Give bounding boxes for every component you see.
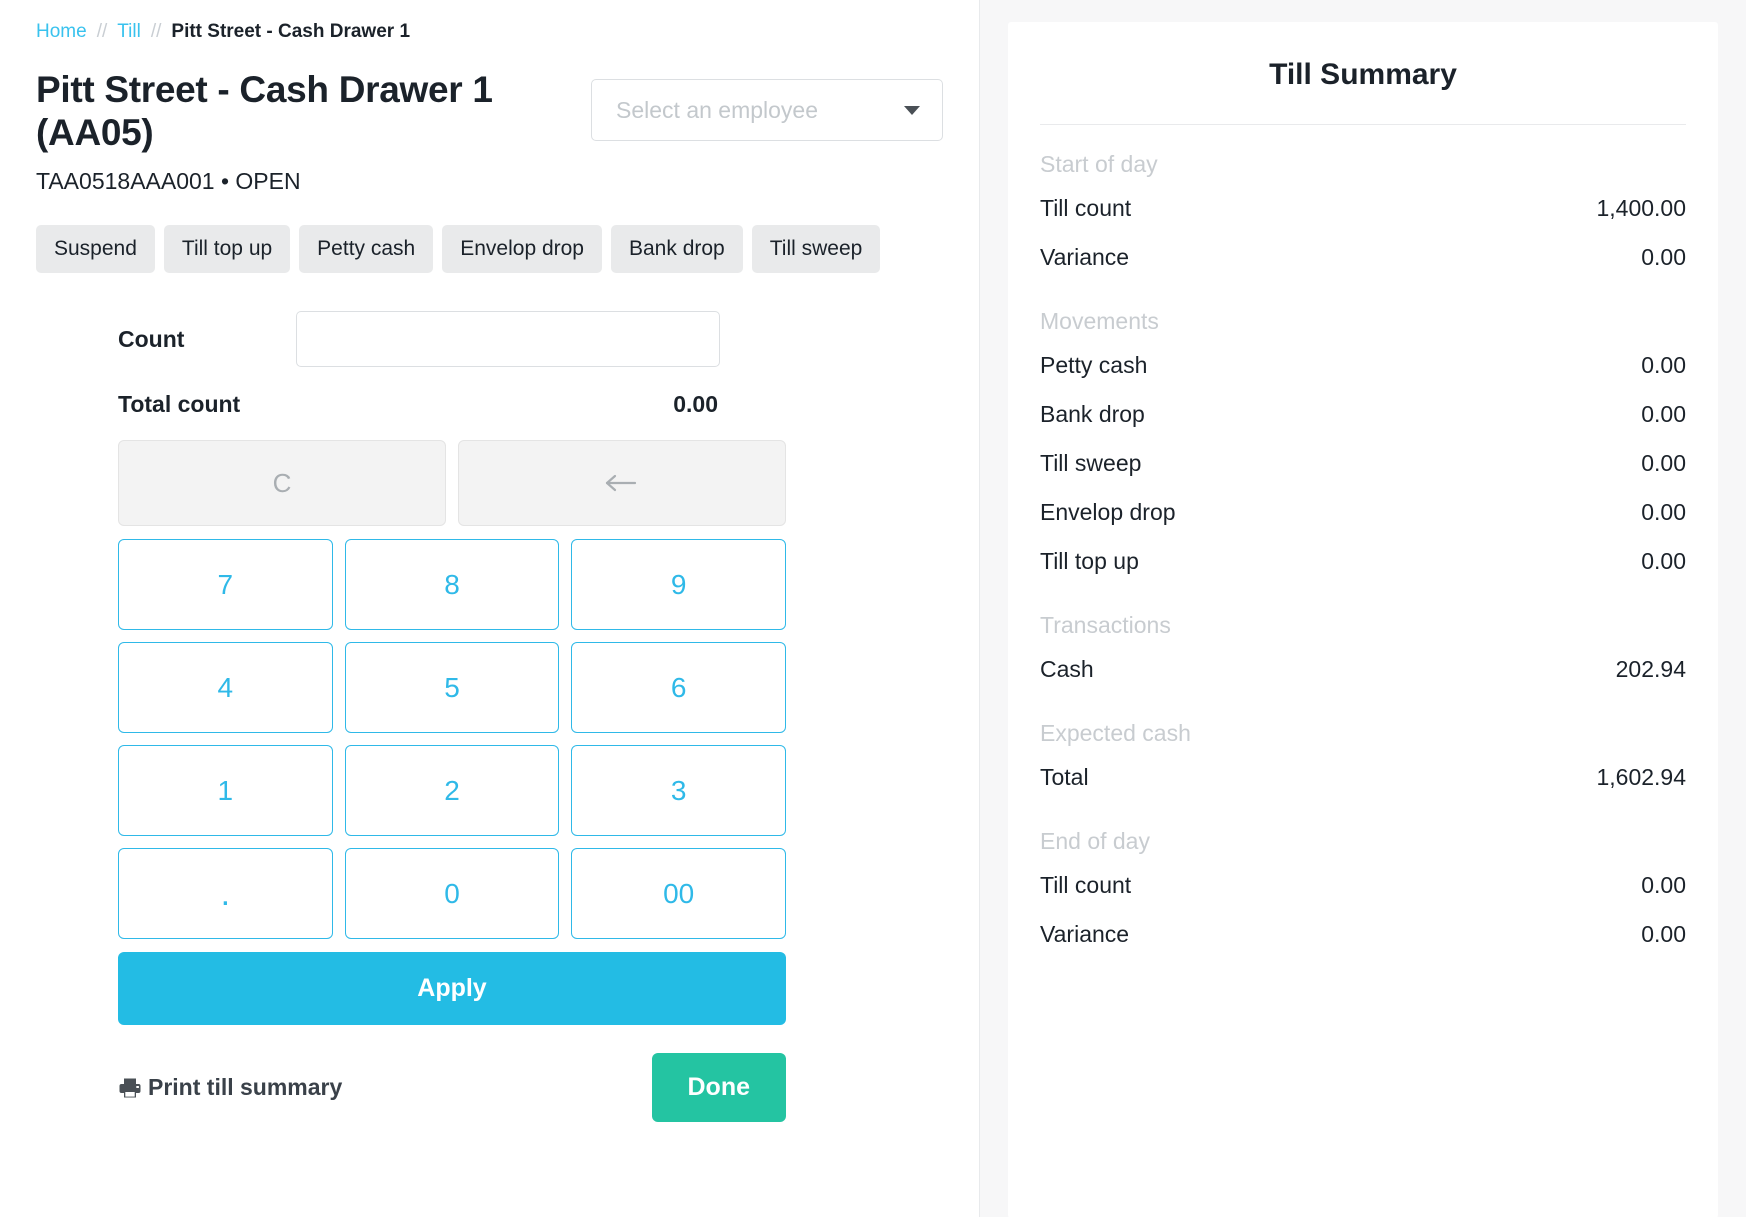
summary-row: Till count 1,400.00: [1040, 184, 1686, 233]
printer-icon: [119, 1078, 141, 1098]
employee-select-placeholder: Select an employee: [616, 96, 819, 123]
section-heading-movements: Movements: [1040, 308, 1159, 334]
count-field-row: Count: [36, 311, 943, 368]
breadcrumb-current: Pitt Street - Cash Drawer 1: [171, 21, 411, 42]
chevron-down-icon: [904, 105, 920, 115]
section-heading-transactions: Transactions: [1040, 612, 1171, 638]
count-label: Count: [118, 325, 185, 352]
key-8[interactable]: 8: [344, 539, 560, 631]
summary-row-label: Variance: [1040, 921, 1130, 947]
print-till-summary-link[interactable]: Print till summary: [118, 1074, 342, 1101]
print-till-summary-label: Print till summary: [148, 1074, 343, 1101]
till-sweep-button[interactable]: Till sweep: [751, 225, 881, 274]
summary-row-label: Cash: [1040, 656, 1094, 682]
done-button[interactable]: Done: [651, 1053, 786, 1123]
section-heading-end-of-day: End of day: [1040, 828, 1150, 854]
summary-row: Cash 202.94: [1040, 645, 1686, 694]
till-summary-title: Till Summary: [1040, 22, 1686, 125]
key-1[interactable]: 1: [118, 745, 333, 837]
summary-row: Till sweep 0.00: [1040, 439, 1686, 488]
apply-button[interactable]: Apply: [118, 952, 786, 1026]
summary-row-label: Envelop drop: [1040, 499, 1176, 525]
clear-button[interactable]: C: [118, 440, 446, 527]
total-count-row: Total count 0.00: [118, 391, 718, 418]
key-0[interactable]: 0: [344, 848, 560, 940]
summary-row-value: 0.00: [1641, 872, 1686, 898]
summary-row-label: Petty cash: [1040, 352, 1148, 378]
summary-row: Bank drop 0.00: [1040, 390, 1686, 439]
backspace-button[interactable]: [458, 440, 786, 527]
breadcrumb: Home // Till // Pitt Street - Cash Drawe…: [36, 22, 943, 41]
petty-cash-button[interactable]: Petty cash: [299, 225, 434, 274]
summary-row-label: Bank drop: [1040, 401, 1145, 427]
summary-row-value: 0.00: [1641, 548, 1686, 574]
key-3[interactable]: 3: [571, 745, 786, 837]
backspace-arrow-icon: [605, 475, 637, 492]
key-7[interactable]: 7: [118, 539, 333, 631]
summary-row-value: 0.00: [1641, 499, 1686, 525]
title-block: Pitt Street - Cash Drawer 1 (AA05) TAA05…: [36, 69, 556, 195]
summary-row-label: Till count: [1040, 872, 1132, 898]
key-2[interactable]: 2: [344, 745, 560, 837]
till-action-buttons: Suspend Till top up Petty cash Envelop d…: [36, 225, 943, 274]
summary-row: Envelop drop 0.00: [1040, 488, 1686, 537]
section-heading-expected-cash: Expected cash: [1040, 720, 1191, 746]
summary-row: Till count 0.00: [1040, 861, 1686, 910]
summary-row-value: 202.94: [1615, 656, 1686, 682]
till-status-line: TAA0518AAA001 • OPEN: [36, 168, 301, 195]
key-9[interactable]: 9: [571, 539, 786, 631]
summary-row-label: Till count: [1040, 195, 1132, 221]
summary-row: Variance 0.00: [1040, 233, 1686, 282]
breadcrumb-link-home[interactable]: Home: [36, 22, 87, 41]
breadcrumb-link-till[interactable]: Till: [117, 22, 141, 41]
summary-row-value: 0.00: [1641, 244, 1686, 270]
till-summary-body: Start of day Till count 1,400.00 Varianc…: [1040, 125, 1686, 959]
summary-row-label: Till sweep: [1040, 450, 1142, 476]
summary-row-value: 0.00: [1641, 401, 1686, 427]
envelop-drop-button[interactable]: Envelop drop: [442, 225, 602, 274]
key-4[interactable]: 4: [118, 642, 333, 734]
count-input[interactable]: [296, 311, 720, 368]
summary-row: Variance 0.00: [1040, 910, 1686, 959]
total-count-value: 0.00: [673, 391, 718, 418]
section-heading-start-of-day: Start of day: [1040, 151, 1158, 177]
panel-footer: Print till summary Done: [118, 1053, 786, 1123]
till-summary-card: Till Summary Start of day Till count 1,4…: [1008, 22, 1718, 1217]
till-summary-panel: Till Summary Start of day Till count 1,4…: [980, 0, 1746, 1217]
summary-row-label: Total: [1040, 764, 1089, 790]
summary-row-value: 0.00: [1641, 921, 1686, 947]
total-count-label: Total count: [118, 391, 241, 418]
till-page: Home // Till // Pitt Street - Cash Drawe…: [0, 0, 1746, 1217]
till-main-panel: Home // Till // Pitt Street - Cash Drawe…: [0, 0, 980, 1217]
keypad-digit-grid: 7 8 9 4 5 6 1 2 3 . 0 00: [118, 539, 786, 940]
employee-select[interactable]: Select an employee: [591, 79, 943, 141]
suspend-button[interactable]: Suspend: [36, 225, 155, 274]
bank-drop-button[interactable]: Bank drop: [611, 225, 743, 274]
summary-row-value: 0.00: [1641, 352, 1686, 378]
summary-row-value: 1,602.94: [1596, 764, 1686, 790]
page-header: Pitt Street - Cash Drawer 1 (AA05) TAA05…: [36, 69, 943, 195]
summary-row-label: Till top up: [1040, 548, 1139, 574]
summary-row: Total 1,602.94: [1040, 753, 1686, 802]
key-double-zero[interactable]: 00: [571, 848, 786, 940]
breadcrumb-separator: //: [150, 21, 162, 42]
key-decimal[interactable]: .: [118, 848, 333, 940]
summary-row-label: Variance: [1040, 244, 1130, 270]
numeric-keypad: C 7 8 9 4 5 6 1 2 3 . 0 00: [118, 440, 786, 940]
till-top-up-button[interactable]: Till top up: [163, 225, 291, 274]
key-6[interactable]: 6: [571, 642, 786, 734]
key-5[interactable]: 5: [344, 642, 560, 734]
summary-row: Till top up 0.00: [1040, 537, 1686, 586]
page-title: Pitt Street - Cash Drawer 1 (AA05): [36, 69, 493, 153]
keypad-function-row: C: [118, 440, 786, 527]
summary-row-value: 0.00: [1641, 450, 1686, 476]
breadcrumb-separator: //: [96, 21, 108, 42]
summary-row-value: 1,400.00: [1596, 195, 1686, 221]
summary-row: Petty cash 0.00: [1040, 341, 1686, 390]
